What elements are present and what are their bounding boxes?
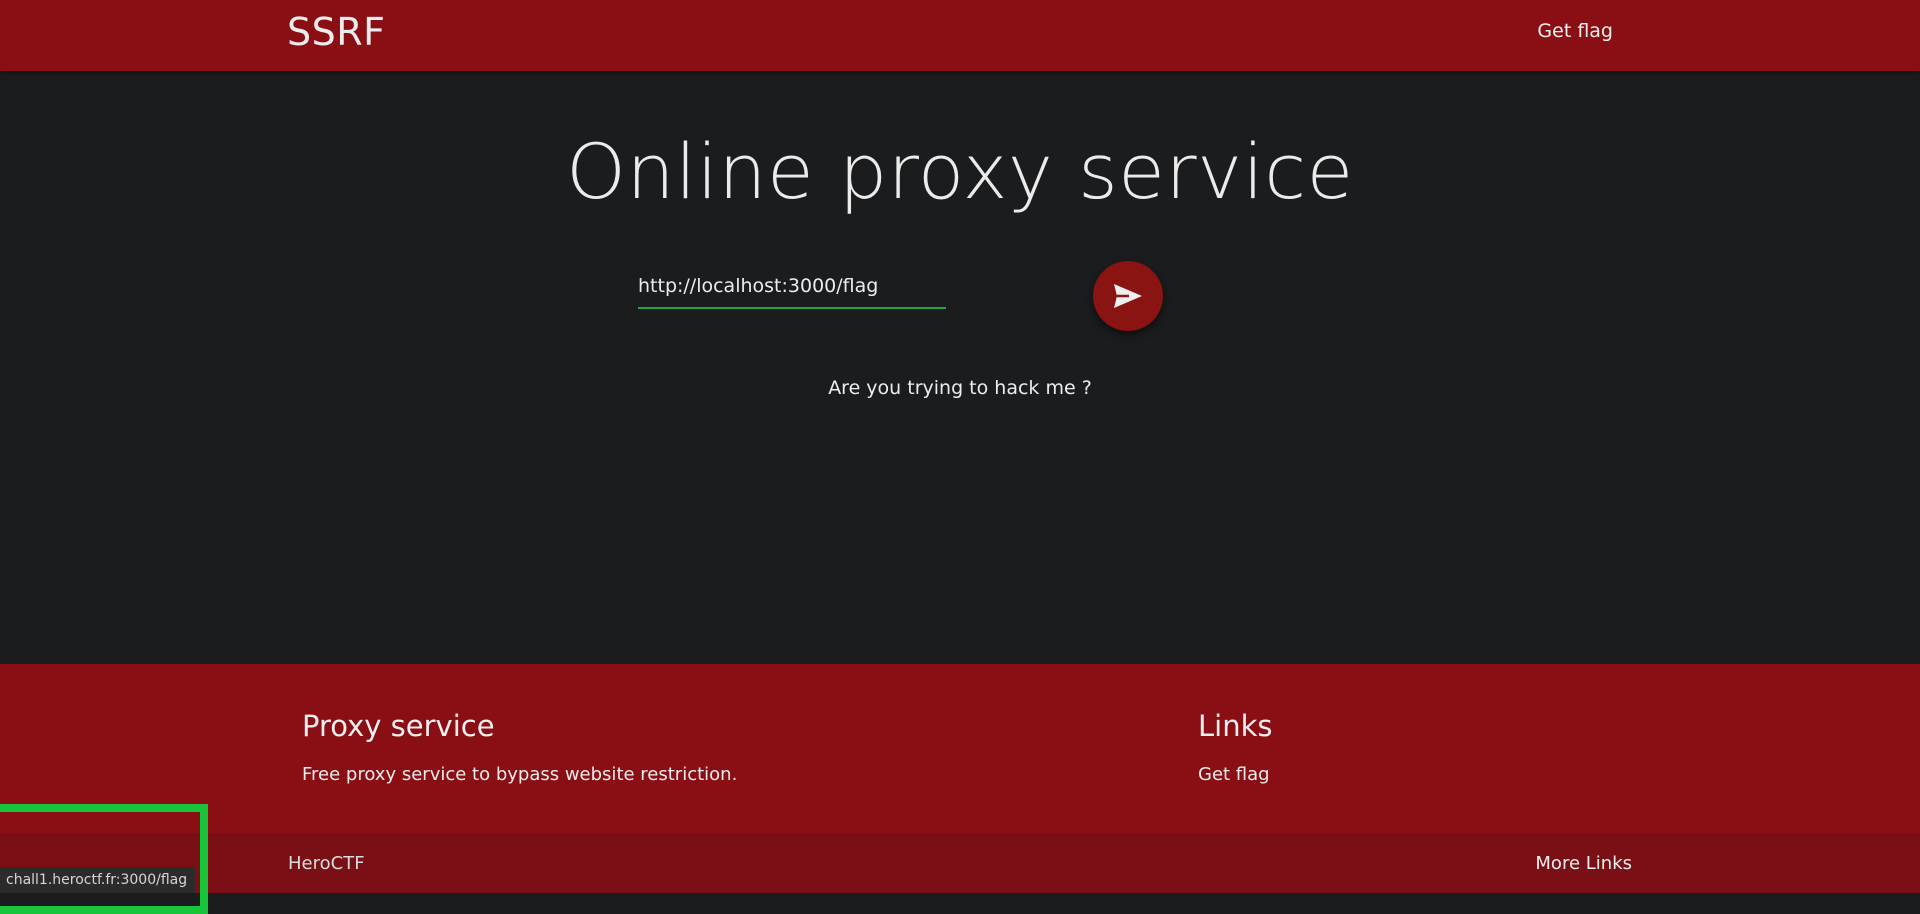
result-message: Are you trying to hack me ? <box>828 377 1092 399</box>
top-navbar: SSRF Get flag <box>0 0 1920 71</box>
main-content: Online proxy service Are you trying to h… <box>0 71 1920 664</box>
send-icon <box>1113 283 1143 309</box>
browser-status-bar: chall1.heroctf.fr:3000/flag <box>0 867 196 893</box>
more-links-link[interactable]: More Links <box>1535 853 1632 874</box>
page-title: Online proxy service <box>566 127 1354 216</box>
send-button[interactable] <box>1093 261 1163 331</box>
brand-logo[interactable]: SSRF <box>287 10 386 54</box>
footer-about-title: Proxy service <box>302 709 495 743</box>
nav-get-flag-link[interactable]: Get flag <box>1537 20 1613 42</box>
copyright-text: HeroCTF <box>288 853 365 874</box>
footer-about-text: Free proxy service to bypass website res… <box>302 764 738 785</box>
url-input[interactable] <box>638 265 946 309</box>
footer-get-flag-link[interactable]: Get flag <box>1198 764 1270 785</box>
footer-links-title: Links <box>1198 709 1273 743</box>
highlight-box <box>0 804 208 914</box>
footer-copyright-bar: HeroCTF More Links <box>0 833 1920 893</box>
